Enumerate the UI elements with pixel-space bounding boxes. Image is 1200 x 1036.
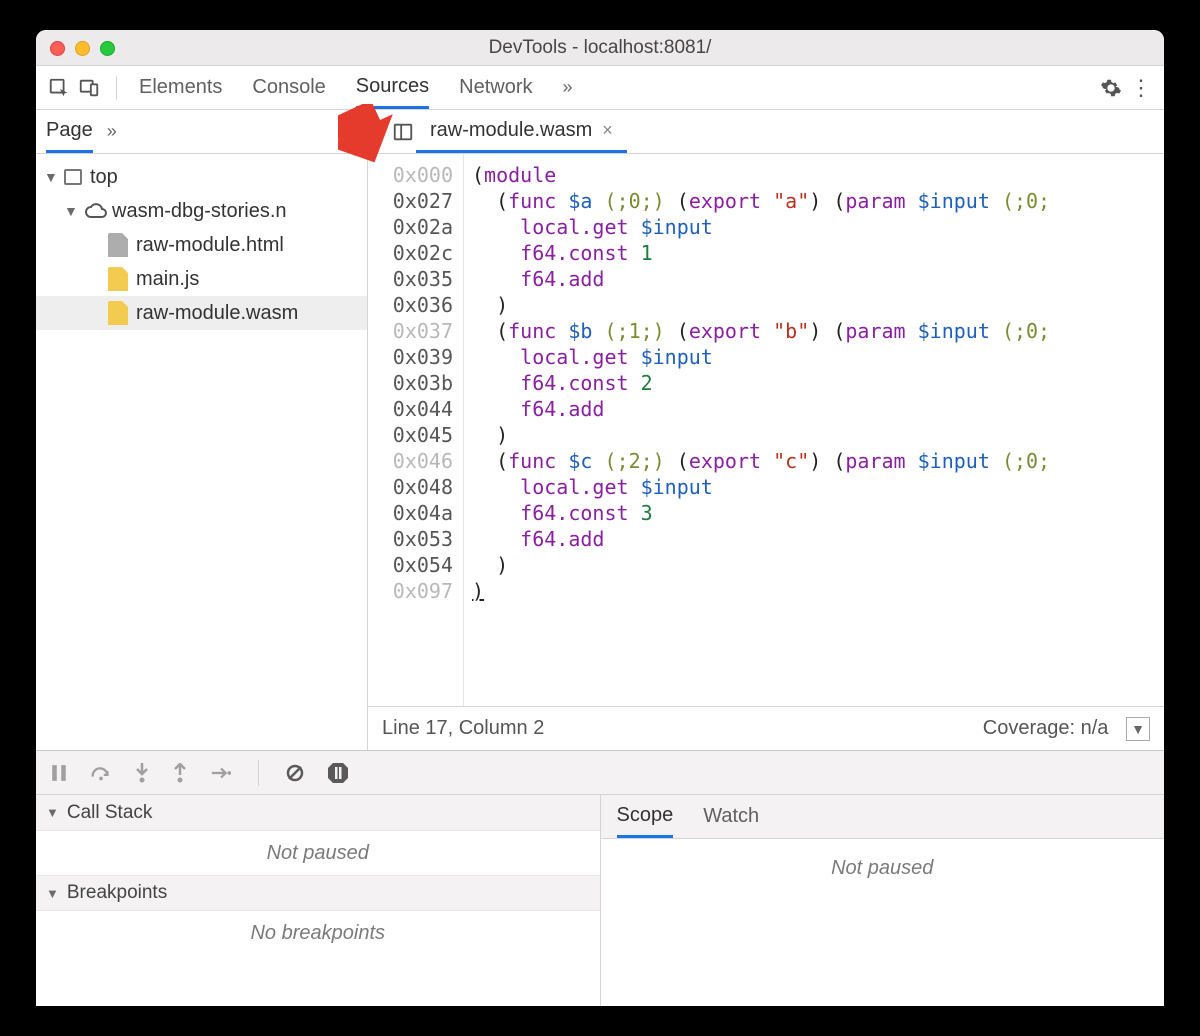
- caret-down-icon: ▼: [46, 805, 59, 820]
- caret-down-icon: ▼: [64, 203, 76, 219]
- file-icon: [108, 233, 128, 257]
- editor-tabbar: raw-module.wasm ×: [368, 110, 1164, 153]
- section-title: Call Stack: [67, 802, 153, 824]
- code-area[interactable]: 0x000 0x027 0x02a 0x02c 0x035 0x036 0x03…: [368, 154, 1164, 706]
- tree-origin[interactable]: ▼ wasm-dbg-stories.n: [36, 194, 367, 228]
- tree-label: raw-module.wasm: [136, 302, 298, 325]
- toggle-navigator-icon[interactable]: [390, 119, 416, 145]
- debugger-toolbar: [36, 751, 1164, 795]
- editor-status-bar: Line 17, Column 2 Coverage: n/a ▼: [368, 706, 1164, 750]
- caret-down-icon: ▼: [46, 886, 59, 901]
- step-out-icon[interactable]: [172, 763, 188, 783]
- debugger-panel: ▼ Call Stack Not paused ▼ Breakpoints No…: [36, 750, 1164, 1006]
- debugger-left-column: ▼ Call Stack Not paused ▼ Breakpoints No…: [36, 795, 601, 1006]
- tree-top[interactable]: ▼ top: [36, 160, 367, 194]
- code-text[interactable]: (module (func $a (;0;) (export "a") (par…: [464, 154, 1164, 706]
- gear-icon[interactable]: [1098, 75, 1124, 101]
- editor-panel: 0x000 0x027 0x02a 0x02c 0x035 0x036 0x03…: [368, 154, 1164, 750]
- breakpoints-body: No breakpoints: [36, 911, 600, 955]
- caret-down-icon: ▼: [44, 169, 56, 185]
- tree-file-js[interactable]: main.js: [36, 262, 367, 296]
- sources-content: ▼ top ▼ wasm-dbg-stories.n raw-module.ht…: [36, 154, 1164, 750]
- tree-file-html[interactable]: raw-module.html: [36, 228, 367, 262]
- minimize-icon[interactable]: [75, 41, 90, 56]
- debugger-body: ▼ Call Stack Not paused ▼ Breakpoints No…: [36, 795, 1164, 1006]
- window-title: DevTools - localhost:8081/: [489, 37, 712, 59]
- navigator-tabs: Page » ⋮: [36, 110, 368, 153]
- navigator-overflow-icon[interactable]: »: [107, 110, 117, 153]
- tabs-overflow-icon[interactable]: »: [563, 66, 573, 109]
- gutter[interactable]: 0x000 0x027 0x02a 0x02c 0x035 0x036 0x03…: [368, 154, 464, 706]
- navigator-sidebar: ▼ top ▼ wasm-dbg-stories.n raw-module.ht…: [36, 154, 368, 750]
- traffic-lights: [50, 41, 115, 56]
- navigator-menu-icon[interactable]: ⋮: [337, 119, 357, 144]
- tree-label: top: [90, 166, 118, 189]
- tree-label: raw-module.html: [136, 234, 284, 257]
- pause-on-exceptions-icon[interactable]: [327, 762, 349, 784]
- kebab-menu-icon[interactable]: ⋮: [1128, 75, 1154, 101]
- deactivate-breakpoints-icon[interactable]: [285, 763, 305, 783]
- pause-icon[interactable]: [50, 764, 68, 782]
- zoom-icon[interactable]: [100, 41, 115, 56]
- scope-body: Not paused: [601, 839, 1165, 1006]
- navigator-tab-page[interactable]: Page: [46, 110, 93, 153]
- tree-label: main.js: [136, 268, 199, 291]
- titlebar: DevTools - localhost:8081/: [36, 30, 1164, 66]
- tab-watch[interactable]: Watch: [703, 795, 759, 838]
- coverage-status: Coverage: n/a ▼: [983, 717, 1150, 741]
- tab-sources[interactable]: Sources: [356, 66, 429, 109]
- tree-file-wasm[interactable]: raw-module.wasm: [36, 296, 367, 330]
- editor-tab-label: raw-module.wasm: [430, 119, 592, 142]
- close-icon[interactable]: [50, 41, 65, 56]
- separator: [116, 76, 117, 100]
- tree-label: wasm-dbg-stories.n: [112, 200, 287, 223]
- cloud-icon: [84, 199, 104, 223]
- panel-tabs: Elements Console Sources Network »: [139, 66, 573, 109]
- device-toggle-icon[interactable]: [76, 75, 102, 101]
- breakpoints-header[interactable]: ▼ Breakpoints: [36, 875, 600, 911]
- file-tree: ▼ top ▼ wasm-dbg-stories.n raw-module.ht…: [36, 154, 367, 330]
- sources-subbar: Page » ⋮ raw-module.wasm ×: [36, 110, 1164, 154]
- section-title: Breakpoints: [67, 882, 167, 904]
- close-tab-icon[interactable]: ×: [602, 120, 613, 141]
- tab-network[interactable]: Network: [459, 66, 532, 109]
- debugger-right-column: Scope Watch Not paused: [601, 795, 1165, 1006]
- tab-elements[interactable]: Elements: [139, 66, 222, 109]
- tab-scope[interactable]: Scope: [617, 795, 674, 838]
- cursor-position: Line 17, Column 2: [382, 717, 544, 740]
- file-icon: [108, 267, 128, 291]
- step-icon[interactable]: [210, 765, 232, 781]
- devtools-window: DevTools - localhost:8081/ Elements Cons…: [36, 30, 1164, 1006]
- file-icon: [108, 301, 128, 325]
- coverage-toggle-icon[interactable]: ▼: [1126, 717, 1150, 741]
- frame-icon: [64, 169, 82, 185]
- step-over-icon[interactable]: [90, 764, 112, 782]
- separator: [258, 760, 259, 786]
- main-toolbar: Elements Console Sources Network » ⋮: [36, 66, 1164, 110]
- editor-tab-raw-module[interactable]: raw-module.wasm ×: [416, 110, 627, 153]
- call-stack-body: Not paused: [36, 831, 600, 875]
- tab-console[interactable]: Console: [252, 66, 325, 109]
- scope-watch-tabs: Scope Watch: [601, 795, 1165, 839]
- call-stack-header[interactable]: ▼ Call Stack: [36, 795, 600, 831]
- inspect-element-icon[interactable]: [46, 75, 72, 101]
- step-into-icon[interactable]: [134, 763, 150, 783]
